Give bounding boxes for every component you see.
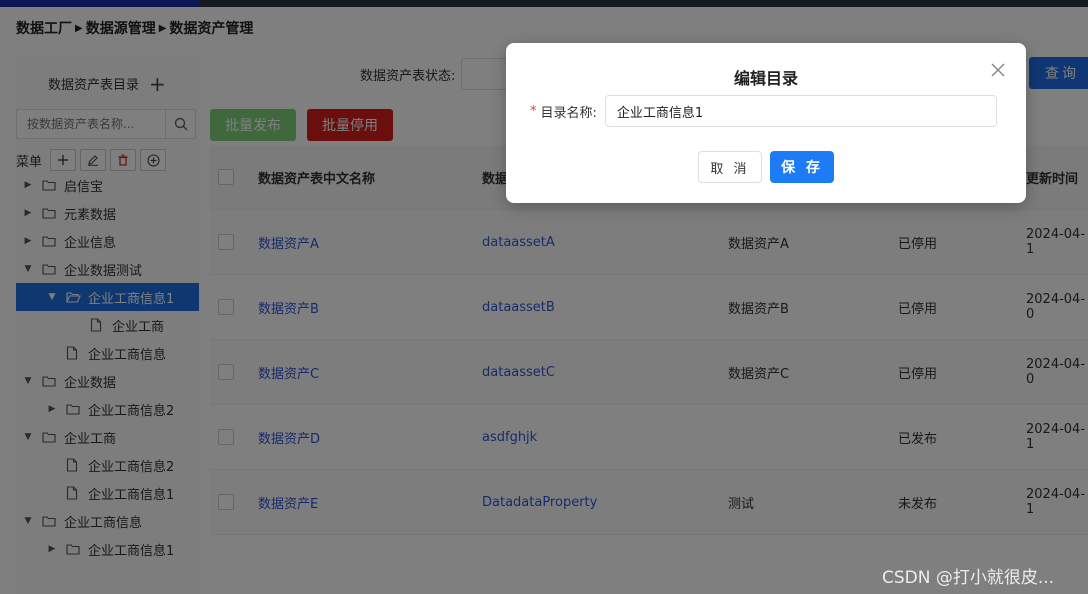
save-button[interactable]: 保 存	[770, 151, 834, 183]
catalog-name-label: 目录名称:	[540, 105, 597, 121]
edit-catalog-dialog: 编辑目录 * 目录名称: 企业工商信息1 取 消 保 存	[506, 43, 1026, 203]
dialog-title: 编辑目录	[733, 69, 798, 88]
watermark: CSDN @打小就很皮...	[882, 568, 1055, 588]
close-icon[interactable]	[990, 62, 1006, 78]
cancel-button[interactable]: 取 消	[698, 151, 762, 183]
catalog-name-row: * 目录名称: 企业工商信息1	[530, 95, 997, 127]
catalog-name-input[interactable]: 企业工商信息1	[604, 95, 997, 127]
required-mark: *	[530, 103, 537, 119]
